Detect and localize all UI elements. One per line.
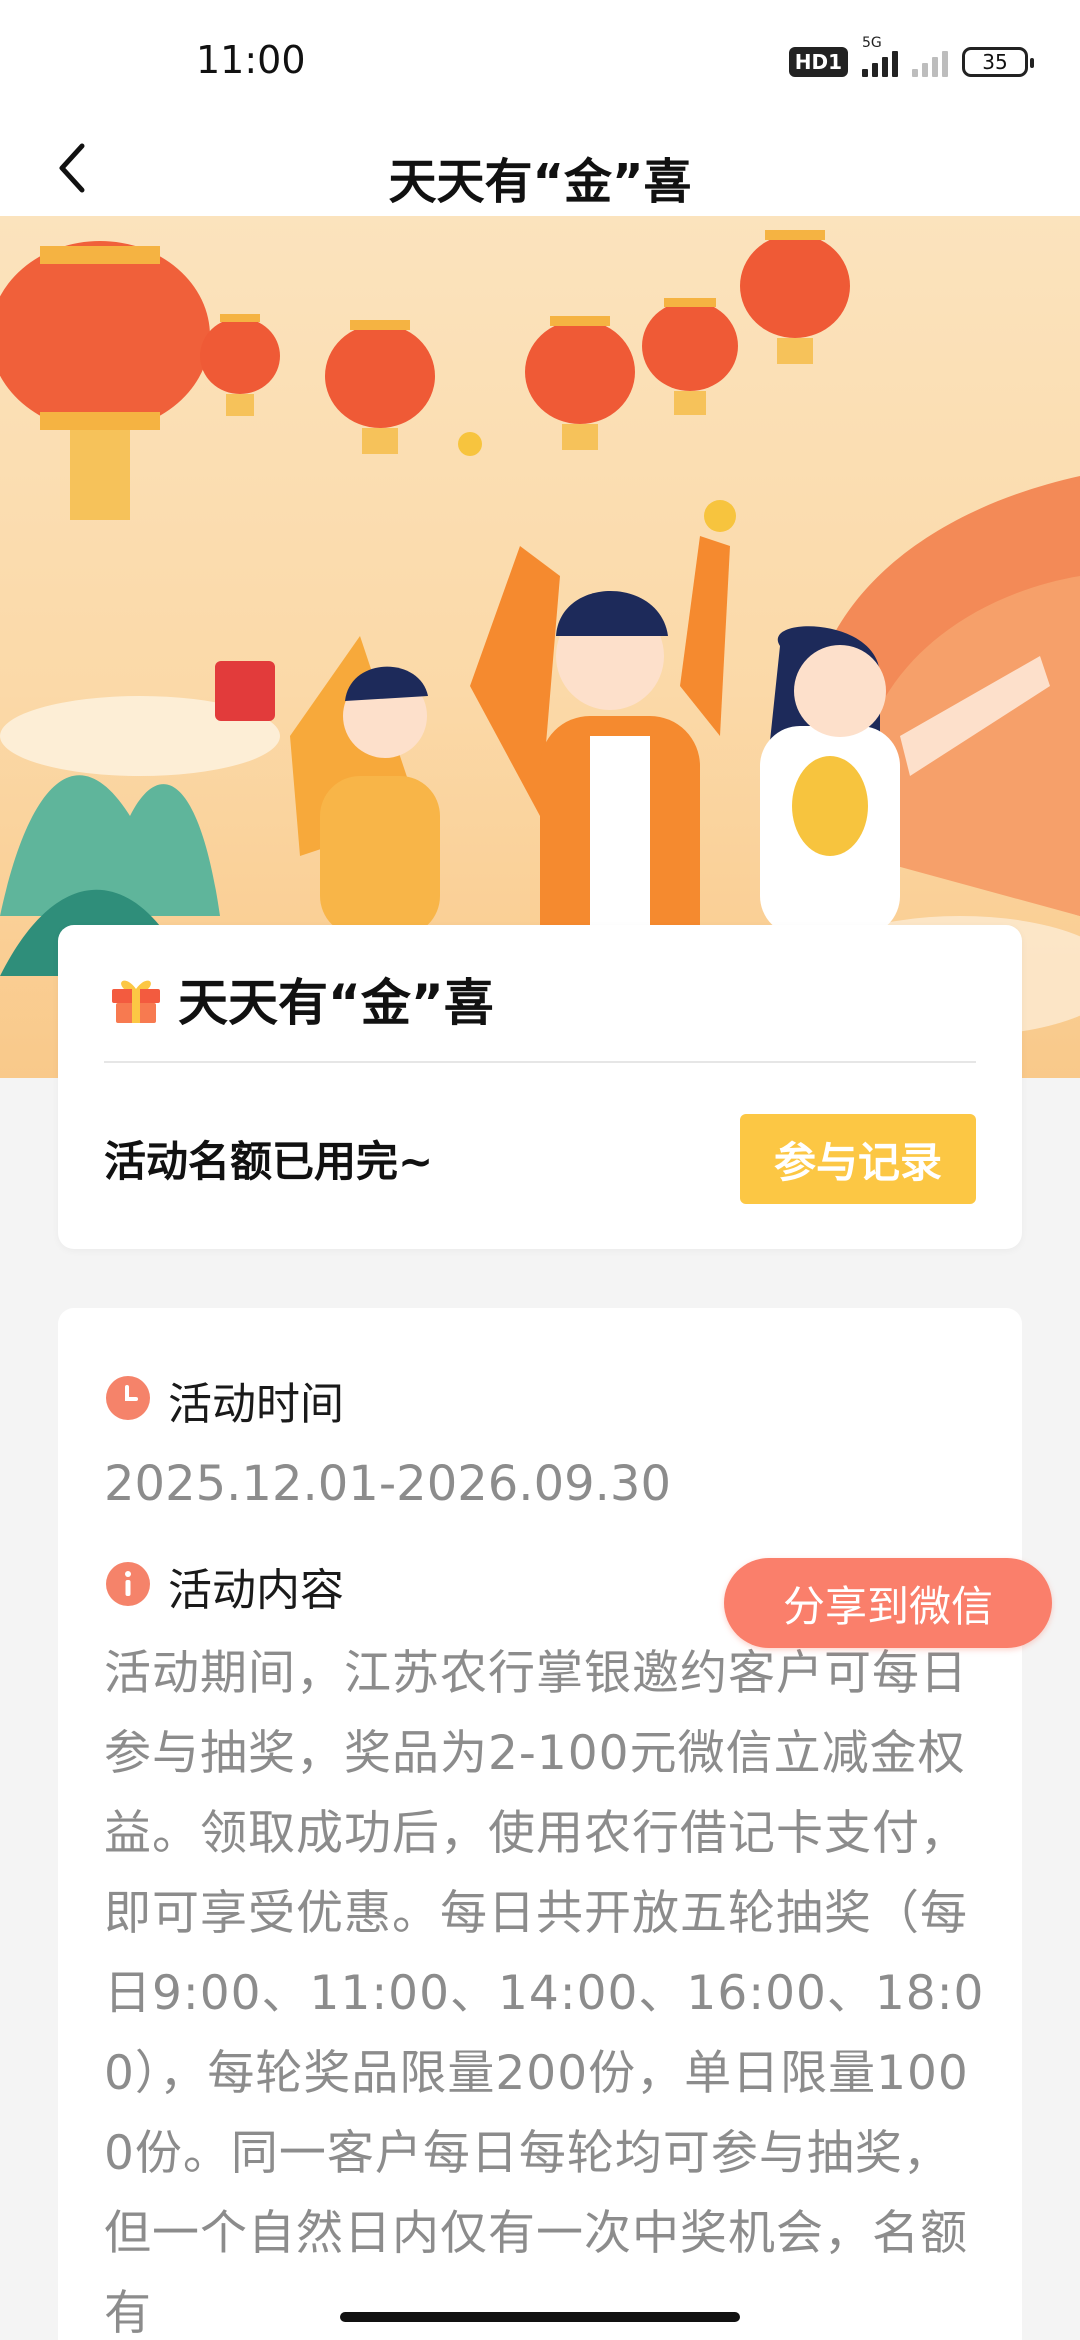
character-left: [215, 636, 440, 936]
participation-record-button[interactable]: 参与记录: [740, 1114, 976, 1204]
hd-badge: HD1: [788, 47, 848, 77]
status-time: 11:00: [196, 38, 306, 82]
gift-icon: [112, 980, 160, 1023]
activity-card: 天天有“金”喜 活动名额已用完~ 参与记录: [58, 925, 1022, 1249]
activity-content-label: 活动内容: [168, 1565, 344, 1616]
lantern-icon: [0, 241, 210, 520]
clock-icon: [106, 1376, 150, 1420]
status-bar: 11:00 HD1 5G 35: [0, 0, 1080, 120]
status-icons: HD1 5G 35: [788, 35, 1034, 80]
battery-level: 35: [982, 50, 1008, 74]
nav-bar: 天天有“金”喜: [0, 120, 1080, 216]
activity-title: 天天有“金”喜: [178, 974, 494, 1032]
details-card: 活动时间 2025.12.01-2026.09.30 活动内容 活动期间，江苏农…: [58, 1308, 1022, 2340]
network-label: 5G: [862, 35, 882, 51]
quota-status-text: 活动名额已用完~: [104, 1137, 434, 1186]
info-icon: [106, 1562, 150, 1606]
signal-5g-icon: 5G: [862, 35, 898, 77]
activity-time-value: 2025.12.01-2026.09.30: [104, 1456, 671, 1512]
battery-icon: 35: [962, 47, 1034, 77]
activity-content-text: 活动期间，江苏农行掌银邀约客户可每日参与抽奖，奖品为2-100元微信立减金权益。…: [104, 1646, 985, 2340]
page-title: 天天有“金”喜: [388, 154, 692, 210]
home-indicator[interactable]: [340, 2312, 740, 2322]
share-to-wechat-button[interactable]: 分享到微信: [724, 1558, 1052, 1648]
signal-secondary-icon: [912, 47, 948, 77]
divider: [104, 1061, 976, 1063]
activity-time-label: 活动时间: [168, 1379, 344, 1430]
